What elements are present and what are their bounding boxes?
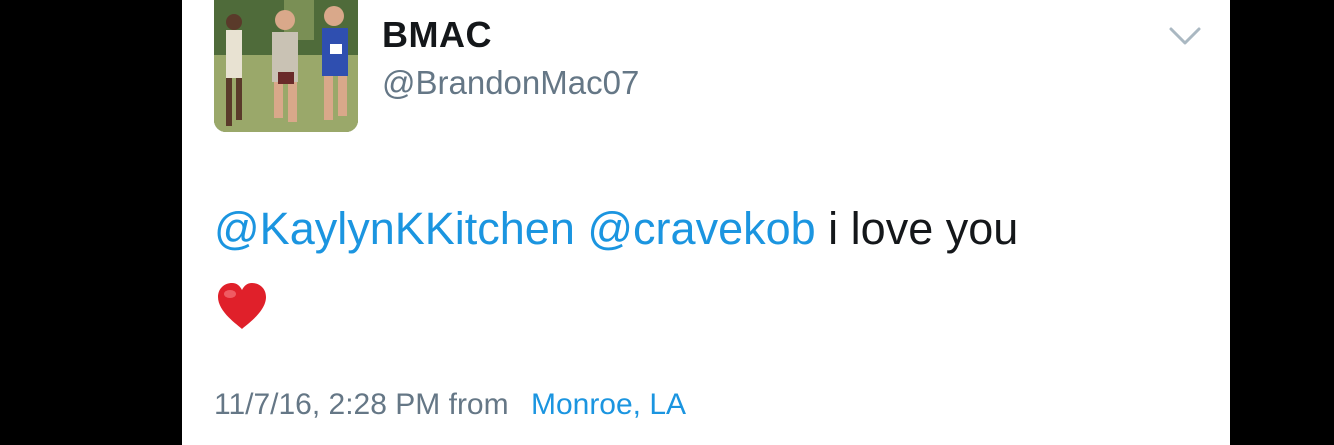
tweet-text: @KaylynKKitchen @cravekob i love you [214, 196, 1204, 262]
user-handle[interactable]: @BrandonMac07 [382, 64, 639, 102]
screenshot-frame: BMAC @BrandonMac07 @KaylynKKitchen @crav… [0, 0, 1334, 445]
mention-link[interactable]: @KaylynKKitchen [214, 203, 575, 254]
display-name[interactable]: BMAC [382, 14, 492, 56]
avatar[interactable] [214, 0, 358, 132]
timestamp[interactable]: 11/7/16, 2:28 PM [214, 388, 440, 421]
mention-link[interactable]: @cravekob [587, 203, 815, 254]
location-link[interactable]: Monroe, LA [531, 388, 686, 421]
tweet-body: i love you [828, 203, 1019, 254]
tweet-meta: 11/7/16, 2:28 PM from Monroe, LA [214, 388, 686, 422]
chevron-down-icon[interactable] [1168, 24, 1202, 48]
heart-emoji-icon [214, 280, 274, 336]
tweet-card: BMAC @BrandonMac07 @KaylynKKitchen @crav… [182, 0, 1230, 445]
avatar-photo [214, 0, 358, 132]
from-label: from [448, 388, 509, 421]
